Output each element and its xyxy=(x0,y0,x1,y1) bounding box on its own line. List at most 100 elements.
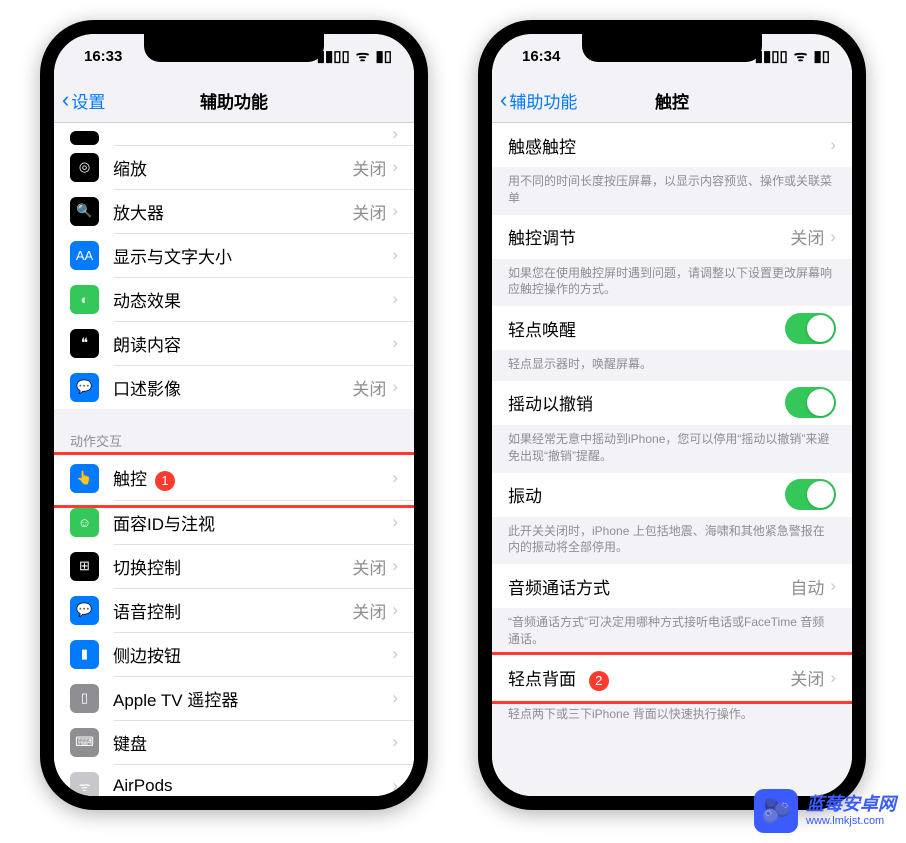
row-显示与文字大小[interactable]: AA显示与文字大小› xyxy=(54,233,414,277)
row-label: 振动 xyxy=(508,482,785,507)
back-button[interactable]: ‹ 辅助功能 xyxy=(500,88,577,113)
row-touch-accommodation[interactable]: 触控调节 关闭 › xyxy=(492,215,852,259)
row-value: 自动 xyxy=(790,574,824,599)
row-value: 关闭 xyxy=(352,598,386,623)
chevron-right-icon: › xyxy=(830,135,836,155)
back-label: 设置 xyxy=(71,88,105,113)
status-time: 16:33 xyxy=(84,48,122,65)
row-icon: 👆 xyxy=(70,464,99,493)
chevron-right-icon: › xyxy=(830,227,836,247)
row-面容ID与注视[interactable]: ☺面容ID与注视› xyxy=(54,500,414,544)
row-label: 摇动以撤销 xyxy=(508,390,785,415)
row-icon: 💬 xyxy=(70,373,99,402)
toggle-on-icon[interactable] xyxy=(785,313,836,344)
row-放大器[interactable]: 🔍 放大器关闭 › xyxy=(54,189,414,233)
row-label: 语音控制 xyxy=(113,598,352,623)
row-label: 触感触控 xyxy=(508,133,830,158)
row-back-tap[interactable]: 轻点背面 2 关闭 › xyxy=(492,656,852,700)
row-tap-to-wake[interactable]: 轻点唤醒 xyxy=(492,306,852,350)
row-value: 关闭 xyxy=(790,665,824,690)
row-动态效果[interactable]: ◐动态效果› xyxy=(54,277,414,321)
row-label: 动态效果 xyxy=(113,287,392,312)
settings-list[interactable]: ›◎缩放关闭›🔍放大器关闭›AA显示与文字大小›◐动态效果›❝朗读内容›💬口述影… xyxy=(54,123,414,796)
row-语音控制[interactable]: 💬语音控制关闭› xyxy=(54,588,414,632)
row-value: 关闭 xyxy=(790,224,824,249)
phone-right: 16:34 ▮▮▯▯ ᯤ ▮▯ ‹ 辅助功能 触控 触感触控 › xyxy=(478,20,866,810)
chevron-right-icon: › xyxy=(392,732,398,752)
chevron-right-icon: › xyxy=(392,333,398,353)
row-朗读内容[interactable]: ❝朗读内容› xyxy=(54,321,414,365)
row-icon: 🔍 xyxy=(70,197,99,226)
notch xyxy=(582,34,762,62)
row-icon: 💬 xyxy=(70,596,99,625)
wifi-icon: ᯤ xyxy=(356,46,370,66)
row-label: 口述影像 xyxy=(113,375,352,400)
watermark-logo-icon: 🫐 xyxy=(754,789,798,833)
row-label: 缩放 xyxy=(113,155,352,180)
row-vibration[interactable]: 振动 xyxy=(492,473,852,517)
row-icon: ⌨ xyxy=(70,728,99,757)
row-侧边按钮[interactable]: ▮ 侧边按钮› xyxy=(54,632,414,676)
toggle-on-icon[interactable] xyxy=(785,387,836,418)
row-Apple TV 遥控器[interactable]: ▯Apple TV 遥控器› xyxy=(54,676,414,720)
row-audio-route[interactable]: 音频通话方式 自动 › xyxy=(492,564,852,608)
row-icon: ☺ xyxy=(70,508,99,537)
status-time: 16:34 xyxy=(522,48,560,65)
chevron-right-icon: › xyxy=(392,644,398,664)
icon-partial xyxy=(70,131,99,145)
chevron-right-icon: › xyxy=(830,668,836,688)
chevron-right-icon: › xyxy=(392,688,398,708)
row-label: 轻点唤醒 xyxy=(508,316,785,341)
row-label: 键盘 xyxy=(113,730,392,755)
touch-settings-list[interactable]: 触感触控 › 用不同的时间长度按压屏幕，以显示内容预览、操作或关联菜单 触控调节… xyxy=(492,123,852,796)
nav-bar: ‹ 辅助功能 触控 xyxy=(492,78,852,123)
row-label: 触控调节 xyxy=(508,224,790,249)
row-icon: ▮ xyxy=(70,640,99,669)
row-shake-undo[interactable]: 摇动以撤销 xyxy=(492,381,852,425)
row-AirPods[interactable]: ᯤAirPods› xyxy=(54,764,414,796)
row-label: 轻点背面 2 xyxy=(508,665,790,691)
row-口述影像[interactable]: 💬口述影像关闭› xyxy=(54,365,414,409)
row-haptic-touch[interactable]: 触感触控 › xyxy=(492,123,852,167)
nav-title: 触控 xyxy=(655,88,689,113)
chevron-left-icon: ‹ xyxy=(500,89,507,111)
row-label: 面容ID与注视 xyxy=(113,510,392,535)
phone-left: 16:33 ▮▮▯▯ ᯤ ▮▯ ‹ 设置 辅助功能 ›◎缩放关闭›🔍放大器关闭›… xyxy=(40,20,428,810)
row-icon: AA xyxy=(70,241,99,270)
footer-accommodation: 如果您在使用触控屏时遇到问题，请调整以下设置更改屏幕响应触控操作的方式。 xyxy=(492,259,852,307)
footer-shake: 如果经常无意中摇动到iPhone，您可以停用“摇动以撤销”来避免出现“撤销”提醒… xyxy=(492,425,852,473)
chevron-right-icon: › xyxy=(392,201,398,221)
notch xyxy=(144,34,324,62)
badge-2: 2 xyxy=(589,671,609,691)
row-键盘[interactable]: ⌨ 键盘› xyxy=(54,720,414,764)
row-partial[interactable]: › xyxy=(54,123,414,145)
toggle-on-icon[interactable] xyxy=(785,479,836,510)
row-label: 切换控制 xyxy=(113,554,352,579)
row-value: 关闭 xyxy=(352,199,386,224)
wifi-icon: ᯤ xyxy=(794,46,808,66)
row-icon: ⊞ xyxy=(70,552,99,581)
row-label: 侧边按钮 xyxy=(113,642,392,667)
row-icon: ◐ xyxy=(70,285,99,314)
chevron-right-icon: › xyxy=(392,157,398,177)
watermark: 🫐 蓝莓安卓网 www.lmkjst.com xyxy=(754,789,896,833)
row-切换控制[interactable]: ⊞切换控制关闭› xyxy=(54,544,414,588)
chevron-right-icon: › xyxy=(392,468,398,488)
chevron-left-icon: ‹ xyxy=(62,89,69,111)
battery-icon: ▮▯ xyxy=(375,47,392,65)
back-button[interactable]: ‹ 设置 xyxy=(62,88,105,113)
chevron-right-icon: › xyxy=(392,377,398,397)
row-value: 关闭 xyxy=(352,554,386,579)
row-缩放[interactable]: ◎缩放关闭› xyxy=(54,145,414,189)
chevron-right-icon: › xyxy=(392,776,398,796)
row-label: Apple TV 遥控器 xyxy=(113,686,392,711)
chevron-right-icon: › xyxy=(392,245,398,265)
nav-bar: ‹ 设置 辅助功能 xyxy=(54,78,414,123)
back-label: 辅助功能 xyxy=(509,88,577,113)
status-icons: ▮▮▯▯ ᯤ ▮▯ xyxy=(755,46,830,66)
footer-vibration: 此开关关闭时，iPhone 上包括地震、海啸和其他紧急警报在内的振动将全部停用。 xyxy=(492,517,852,565)
row-触控[interactable]: 👆 触控1› xyxy=(54,456,414,500)
row-label: 放大器 xyxy=(113,199,352,224)
row-label: AirPods xyxy=(113,776,392,796)
row-label: 触控1 xyxy=(113,465,392,491)
